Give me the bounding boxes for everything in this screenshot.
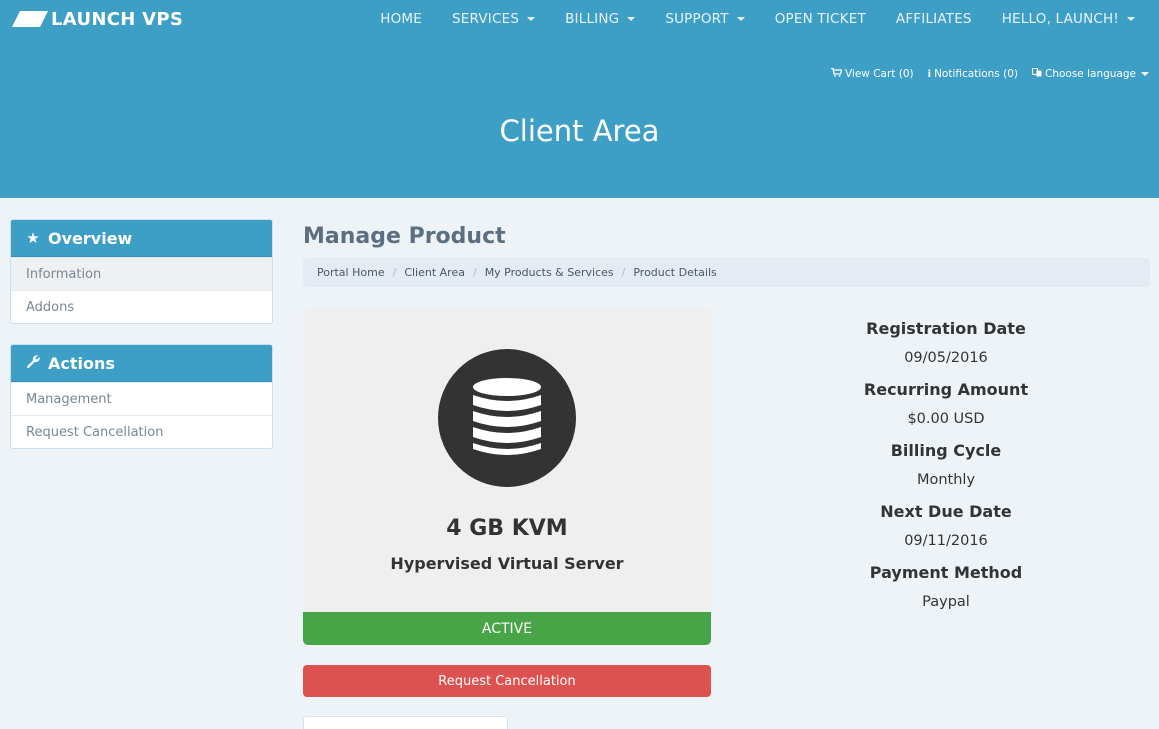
- nav-open-ticket[interactable]: OPEN TICKET: [775, 11, 866, 27]
- billing-cycle-label: Billing Cycle: [890, 441, 1002, 460]
- product-group: Hypervised Virtual Server: [390, 554, 624, 573]
- nav-billing[interactable]: BILLING: [565, 11, 636, 27]
- main-nav: HOME SERVICES BILLING SUPPORT OPEN TICKE…: [380, 0, 1159, 38]
- nav-account-label: HELLO, LAUNCH!: [1001, 11, 1119, 27]
- breadcrumb-separator: /: [621, 266, 626, 279]
- breadcrumb-product-details: Product Details: [633, 266, 717, 279]
- recurring-amount-value: $0.00 USD: [907, 411, 985, 427]
- breadcrumb-client-area[interactable]: Client Area: [404, 266, 465, 279]
- utility-bar: View Cart (0) i Notifications (0) Choose…: [817, 67, 1149, 80]
- registration-date-label: Registration Date: [866, 319, 1026, 338]
- sidebar-item-label: Management: [26, 391, 112, 407]
- notifications-link[interactable]: i Notifications (0): [928, 68, 1018, 80]
- nav-services-label: SERVICES: [452, 11, 520, 27]
- breadcrumb: Portal Home / Client Area / My Products …: [303, 258, 1150, 287]
- nav-billing-label: BILLING: [565, 11, 620, 27]
- sidebar-overview-panel: ★ Overview Information Addons: [10, 219, 273, 324]
- sidebar-actions-panel: Actions Management Request Cancellation: [10, 344, 273, 449]
- launch-logo-icon: [12, 11, 48, 27]
- breadcrumb-portal-home[interactable]: Portal Home: [317, 266, 385, 279]
- caret-down-icon: [627, 17, 636, 21]
- view-cart-label: View Cart (0): [844, 68, 914, 80]
- main-title: Manage Product: [303, 224, 506, 249]
- info-icon: i: [927, 68, 932, 80]
- next-due-date-label: Next Due Date: [880, 502, 1012, 521]
- billing-cycle-value: Monthly: [916, 472, 976, 488]
- nav-affiliates[interactable]: AFFILIATES: [896, 11, 972, 27]
- overview-panel-header: ★ Overview: [11, 220, 272, 257]
- caret-down-icon: [527, 17, 536, 21]
- language-icon: [1032, 68, 1042, 80]
- breadcrumb-separator: /: [392, 266, 397, 279]
- page-heading: Client Area: [499, 114, 660, 148]
- nav-home-label: HOME: [380, 11, 422, 27]
- cart-icon: [830, 67, 843, 80]
- next-due-date-value: 09/11/2016: [904, 533, 988, 549]
- product-card: 4 GB KVM Hypervised Virtual Server: [303, 308, 711, 614]
- actions-panel-header: Actions: [11, 345, 272, 382]
- nav-support[interactable]: SUPPORT: [665, 11, 745, 27]
- language-chooser[interactable]: Choose language: [1032, 68, 1149, 80]
- sidebar-item-label: Request Cancellation: [26, 424, 164, 440]
- sidebar-item-addons[interactable]: Addons: [11, 290, 272, 323]
- nav-account[interactable]: HELLO, LAUNCH!: [1002, 11, 1135, 27]
- caret-down-icon: [736, 17, 745, 21]
- wrench-icon: [25, 354, 41, 373]
- nav-home[interactable]: HOME: [380, 11, 422, 27]
- language-label: Choose language: [1045, 68, 1136, 80]
- view-cart-link[interactable]: View Cart (0): [830, 67, 914, 80]
- brand-logo[interactable]: LAUNCH VPS: [12, 8, 183, 30]
- recurring-amount-label: Recurring Amount: [863, 380, 1029, 399]
- star-icon: ★: [26, 229, 40, 247]
- actions-title: Actions: [48, 353, 115, 373]
- caret-down-icon: [1127, 17, 1135, 21]
- breadcrumb-my-products[interactable]: My Products & Services: [485, 266, 614, 279]
- nav-support-label: SUPPORT: [665, 11, 729, 27]
- sidebar-item-management[interactable]: Management: [11, 382, 272, 415]
- sidebar-item-label: Information: [26, 266, 102, 282]
- nav-services[interactable]: SERVICES: [452, 11, 536, 27]
- breadcrumb-separator: /: [472, 266, 477, 279]
- request-cancellation-button[interactable]: Request Cancellation: [303, 665, 711, 697]
- caret-down-icon: [1141, 72, 1149, 76]
- payment-method-value: Paypal: [922, 594, 970, 610]
- nav-open-ticket-label: OPEN TICKET: [774, 11, 866, 27]
- sidebar-item-information[interactable]: Information: [11, 257, 272, 290]
- brand-name: LAUNCH VPS: [51, 8, 184, 30]
- overview-title: Overview: [48, 228, 133, 248]
- status-badge: ACTIVE: [303, 612, 711, 645]
- sidebar-item-request-cancellation[interactable]: Request Cancellation: [11, 415, 272, 448]
- sidebar-item-label: Addons: [26, 299, 75, 315]
- product-details: Registration Date 09/05/2016 Recurring A…: [800, 318, 1092, 623]
- site-header: LAUNCH VPS HOME SERVICES BILLING SUPPORT…: [0, 0, 1159, 198]
- notifications-label: Notifications (0): [934, 68, 1018, 80]
- registration-date-value: 09/05/2016: [904, 350, 988, 366]
- nav-affiliates-label: AFFILIATES: [895, 11, 972, 27]
- payment-method-label: Payment Method: [869, 563, 1023, 582]
- partial-panel: [303, 716, 508, 729]
- product-name: 4 GB KVM: [446, 516, 568, 541]
- database-icon: [438, 349, 576, 487]
